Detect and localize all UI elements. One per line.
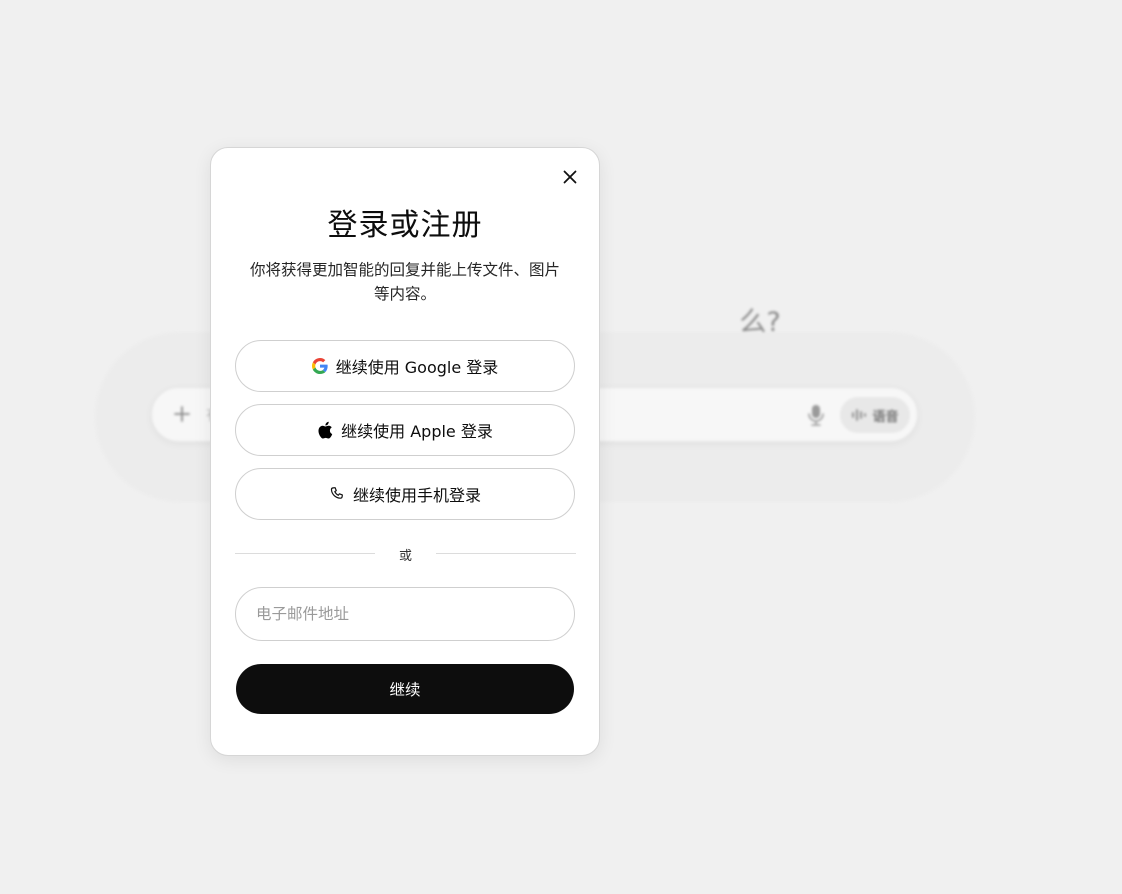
phone-login-label: 继续使用手机登录 <box>352 486 481 505</box>
phone-icon <box>330 487 343 499</box>
background-voice-button: 语音 <box>840 397 910 433</box>
or-divider: 或 <box>235 543 576 565</box>
login-modal: 登录或注册 你将获得更加智能的回复并能上传文件、图片等内容。 继续使用 Goog… <box>210 147 600 756</box>
close-icon <box>563 170 577 184</box>
phone-login-button[interactable]: 继续使用手机登录 <box>235 468 575 520</box>
google-login-button[interactable]: 继续使用 Google 登录 <box>235 340 575 392</box>
apple-icon <box>318 421 333 439</box>
waveform-icon <box>852 409 867 421</box>
continue-button[interactable]: 继续 <box>236 664 574 714</box>
apple-login-label: 继续使用 Apple 登录 <box>341 422 493 441</box>
email-field[interactable] <box>235 587 575 641</box>
divider-line-right <box>436 553 576 554</box>
close-button[interactable] <box>557 164 583 190</box>
google-icon <box>311 358 328 374</box>
modal-title: 登录或注册 <box>327 208 483 243</box>
modal-subtitle: 你将获得更加智能的回复并能上传文件、图片等内容。 <box>249 261 560 303</box>
apple-login-button[interactable]: 继续使用 Apple 登录 <box>235 404 575 456</box>
background-voice-label: 语音 <box>872 409 899 425</box>
continue-button-label: 继续 <box>389 681 421 699</box>
plus-icon <box>174 406 190 422</box>
divider-text: 或 <box>398 549 412 564</box>
microphone-icon <box>808 405 824 426</box>
page: 么? 有 语音 登录或注册 你将获得更加智 <box>0 0 1122 894</box>
google-login-label: 继续使用 Google 登录 <box>335 358 499 377</box>
